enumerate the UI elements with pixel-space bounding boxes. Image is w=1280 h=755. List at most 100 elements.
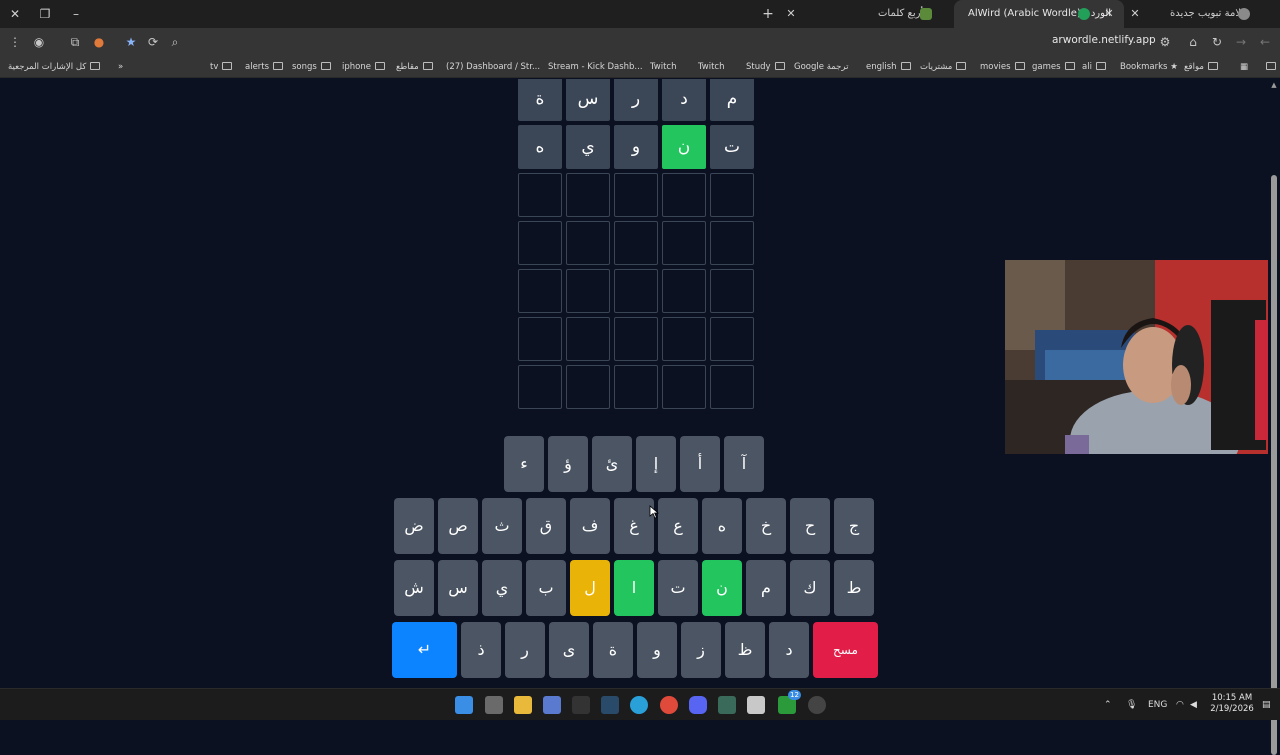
letter-key[interactable]: ر (505, 622, 545, 678)
new-tab-button[interactable]: + (760, 4, 776, 24)
microphone-icon[interactable]: 🎙 (1126, 698, 1137, 712)
bookmark-study[interactable]: Study (746, 60, 785, 74)
menu-dots-icon[interactable]: ⋮ (6, 33, 24, 51)
letter-key[interactable]: ص (438, 498, 478, 554)
app-icon[interactable] (808, 696, 826, 714)
reload-icon[interactable]: ↻ (1208, 33, 1226, 51)
bookmark-google-translate[interactable]: Google ترجمة (794, 60, 848, 74)
volume-icon[interactable]: ◀ (1190, 698, 1197, 712)
window-minimize-icon[interactable]: – (66, 4, 86, 24)
chrome-icon[interactable] (660, 696, 678, 714)
window-close-icon[interactable]: ✕ (5, 4, 25, 24)
site-settings-icon[interactable]: ⚙ (1156, 33, 1174, 51)
letter-key[interactable]: خ (746, 498, 786, 554)
page-scrollbar[interactable]: ▲ ▼ (1268, 79, 1280, 755)
bookmark-bookmarks[interactable]: Bookmarks ★ (1120, 60, 1178, 74)
letter-key[interactable]: ت (658, 560, 698, 616)
letter-key[interactable]: ة (593, 622, 633, 678)
letter-key[interactable]: ؤ (548, 436, 588, 492)
extension-icon[interactable]: ● (90, 33, 108, 51)
start-windows-icon[interactable] (455, 696, 473, 714)
extensions-icon[interactable]: ⧉ (66, 33, 84, 51)
letter-key[interactable]: ا (614, 560, 654, 616)
back-icon[interactable]: ← (1256, 33, 1274, 51)
forward-icon[interactable]: → (1232, 33, 1250, 51)
url-field[interactable]: arwordle.netlify.app (1052, 34, 1156, 46)
letter-key[interactable]: ق (526, 498, 566, 554)
letter-key[interactable]: ث (482, 498, 522, 554)
apps-grid-icon[interactable]: ▦ (1240, 60, 1248, 74)
share-icon[interactable]: ⟳ (144, 33, 162, 51)
bookmark-movies[interactable]: movies (980, 60, 1025, 74)
search-app-icon[interactable] (718, 696, 736, 714)
letter-key[interactable]: غ (614, 498, 654, 554)
scrollbar-thumb[interactable] (1271, 175, 1277, 755)
letter-key[interactable]: س (438, 560, 478, 616)
bookmark-maqati[interactable]: مقاطع (396, 60, 433, 74)
bookmark-all-bookmarks[interactable]: كل الإشارات المرجعية (8, 60, 101, 74)
bookmark-songs[interactable]: songs (292, 60, 331, 74)
language-indicator[interactable]: ENG (1148, 698, 1167, 712)
letter-key[interactable]: م (746, 560, 786, 616)
letter-key[interactable]: ك (790, 560, 830, 616)
letter-key[interactable]: أ (680, 436, 720, 492)
letter-key[interactable]: ز (681, 622, 721, 678)
delete-key[interactable]: مسح (813, 622, 878, 678)
bookmark-mushtarayat[interactable]: مشتريات (920, 60, 967, 74)
bookmark-star-icon[interactable]: ★ (122, 33, 140, 51)
tray-overflow-icon[interactable]: ⌃ (1104, 698, 1112, 712)
discord-icon[interactable] (689, 696, 707, 714)
letter-key[interactable]: و (637, 622, 677, 678)
bookmarks-overflow-icon[interactable]: » (118, 60, 123, 74)
task-view-icon[interactable] (485, 696, 503, 714)
bookmark-tv[interactable]: tv (210, 60, 233, 74)
bookmark-games[interactable]: games (1032, 60, 1075, 74)
bookmark-kick-dashboard[interactable]: Stream - Kick Dashb... (548, 60, 643, 74)
letter-key[interactable]: ء (504, 436, 544, 492)
file-explorer-icon[interactable] (514, 696, 532, 714)
bookmark-dashboard[interactable]: (27) Dashboard / Str... (446, 60, 540, 74)
taskbar-clock[interactable]: 10:15 AM 2/19/2026 (1204, 693, 1260, 715)
letter-key[interactable]: ذ (461, 622, 501, 678)
window-restore-icon[interactable]: ❐ (35, 4, 55, 24)
letter-key[interactable]: ئ (592, 436, 632, 492)
steam-icon[interactable] (601, 696, 619, 714)
notifications-icon[interactable]: ▤ (1262, 698, 1271, 712)
tab-alwird[interactable]: ✕ AlWird (Arabic Wordle) - الورد (954, 0, 1124, 28)
letter-key[interactable]: ى (549, 622, 589, 678)
bookmark-twitch-1[interactable]: Twitch (650, 60, 677, 74)
letter-key[interactable]: ش (394, 560, 434, 616)
letter-key[interactable]: ض (394, 498, 434, 554)
bookmark-english[interactable]: english (866, 60, 911, 74)
xbox-icon[interactable]: 12 (778, 690, 801, 714)
letter-key[interactable]: ف (570, 498, 610, 554)
tab-close-icon[interactable]: ✕ (1128, 0, 1142, 28)
edge-icon[interactable] (630, 696, 648, 714)
bookmark-twitch-2[interactable]: Twitch (698, 60, 725, 74)
bookmark-mawaqe[interactable]: مواقع (1184, 60, 1218, 74)
zoom-icon[interactable]: ⌕ (166, 33, 184, 51)
letter-key[interactable]: ح (790, 498, 830, 554)
letter-key[interactable]: ن (702, 560, 742, 616)
profile-icon[interactable]: ◉ (30, 33, 48, 51)
letter-key[interactable]: ه (702, 498, 742, 554)
bookmark-ali[interactable]: ali (1082, 60, 1106, 74)
letter-key[interactable]: د (769, 622, 809, 678)
bookmark-alerts[interactable]: alerts (245, 60, 284, 74)
bookmark-iphone[interactable]: iphone (342, 60, 385, 74)
letter-key[interactable]: ب (526, 560, 566, 616)
wifi-icon[interactable]: ◠ (1176, 698, 1184, 712)
tab-arbaa-kalimat[interactable]: ✕ أربع كلمات (780, 0, 950, 28)
enter-key[interactable]: ↵ (392, 622, 457, 678)
letter-key[interactable]: آ (724, 436, 764, 492)
letter-key[interactable]: ل (570, 560, 610, 616)
letter-key[interactable]: ظ (725, 622, 765, 678)
letter-key[interactable]: ي (482, 560, 522, 616)
tab-close-icon[interactable]: ✕ (784, 0, 798, 28)
tab-new-tab[interactable]: ✕ علامة تبويب جديدة (1128, 0, 1278, 28)
scroll-up-icon[interactable]: ▲ (1270, 81, 1278, 89)
terminal-icon[interactable] (572, 696, 590, 714)
letter-key[interactable]: ج (834, 498, 874, 554)
snipping-tool-icon[interactable] (747, 696, 765, 714)
letter-key[interactable]: ع (658, 498, 698, 554)
